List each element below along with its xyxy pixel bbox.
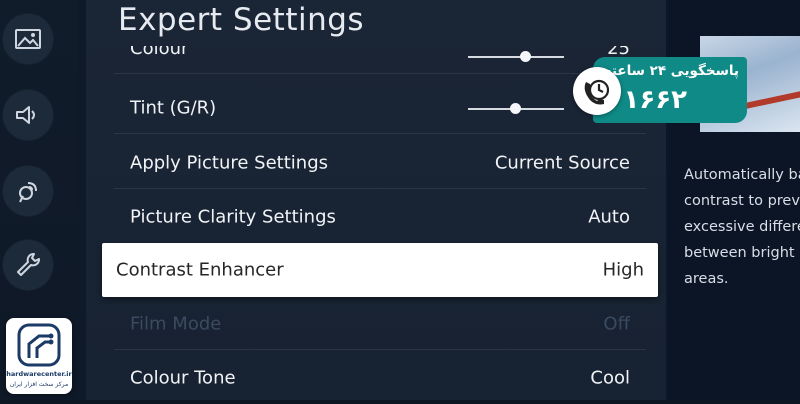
rail-item-sound[interactable] [3,90,53,140]
row-value: Cool [590,367,630,389]
row-label: Colour [130,38,189,59]
row-label: Apply Picture Settings [130,152,328,174]
sound-icon [16,106,35,124]
menu-row-film-mode: Film Mode Off [102,298,658,350]
menu-row-apply-picture-settings[interactable]: Apply Picture Settings Current Source [102,137,658,189]
row-value: Current Source [494,152,630,174]
hardwarecenter-logo: hardwarecenter.ir مرکز سخت افزار ایران [6,318,72,394]
menu-row-picture-clarity[interactable]: Picture Clarity Settings Auto [102,191,658,243]
rail-item-support[interactable] [3,240,53,290]
page-title: Expert Settings [118,2,365,38]
row-divider [114,133,646,134]
circuit-logo-icon [17,323,61,367]
support-phone-badge[interactable]: پاسخگویی ۲۴ ساعته ۱۶۶۲ [573,57,747,123]
row-label: Picture Clarity Settings [130,206,336,228]
setting-description: Automatically ba contrast to preve exces… [684,167,800,287]
row-value: High [602,259,644,281]
slider-knob[interactable] [520,51,531,62]
row-divider [114,73,646,74]
phone-clock-icon [573,67,621,115]
badge-title: پاسخگویی ۲۴ ساعته [603,63,739,79]
badge-phone-number: ۱۶۶۲ [623,85,687,115]
row-label: Film Mode [130,313,222,335]
tint-slider[interactable] [468,103,564,114]
menu-row-colour-tone[interactable]: Colour Tone Cool [102,352,658,404]
row-label: Contrast Enhancer [116,259,284,281]
colour-slider[interactable] [468,51,564,62]
row-label: Colour Tone [130,367,236,389]
row-divider [114,188,646,189]
row-value: 25 [607,38,630,59]
broadcasting-icon [19,182,37,203]
support-wrench-icon [17,253,40,276]
row-label: Tint (G/R) [130,97,217,119]
row-value: Auto [588,206,630,228]
logo-text: hardwarecenter.ir [6,370,72,378]
rail-item-broadcasting[interactable] [3,166,53,216]
menu-row-contrast-enhancer[interactable]: Contrast Enhancer High [102,243,658,297]
picture-icon [15,29,41,49]
row-value: Off [603,313,630,335]
slider-knob[interactable] [510,103,521,114]
rail-item-picture[interactable] [3,14,53,64]
logo-subtext: مرکز سخت افزار ایران [9,381,69,388]
row-divider [114,349,646,350]
tv-screen: Expert Settings Colour 25 Tint (G/R) App… [0,0,800,400]
